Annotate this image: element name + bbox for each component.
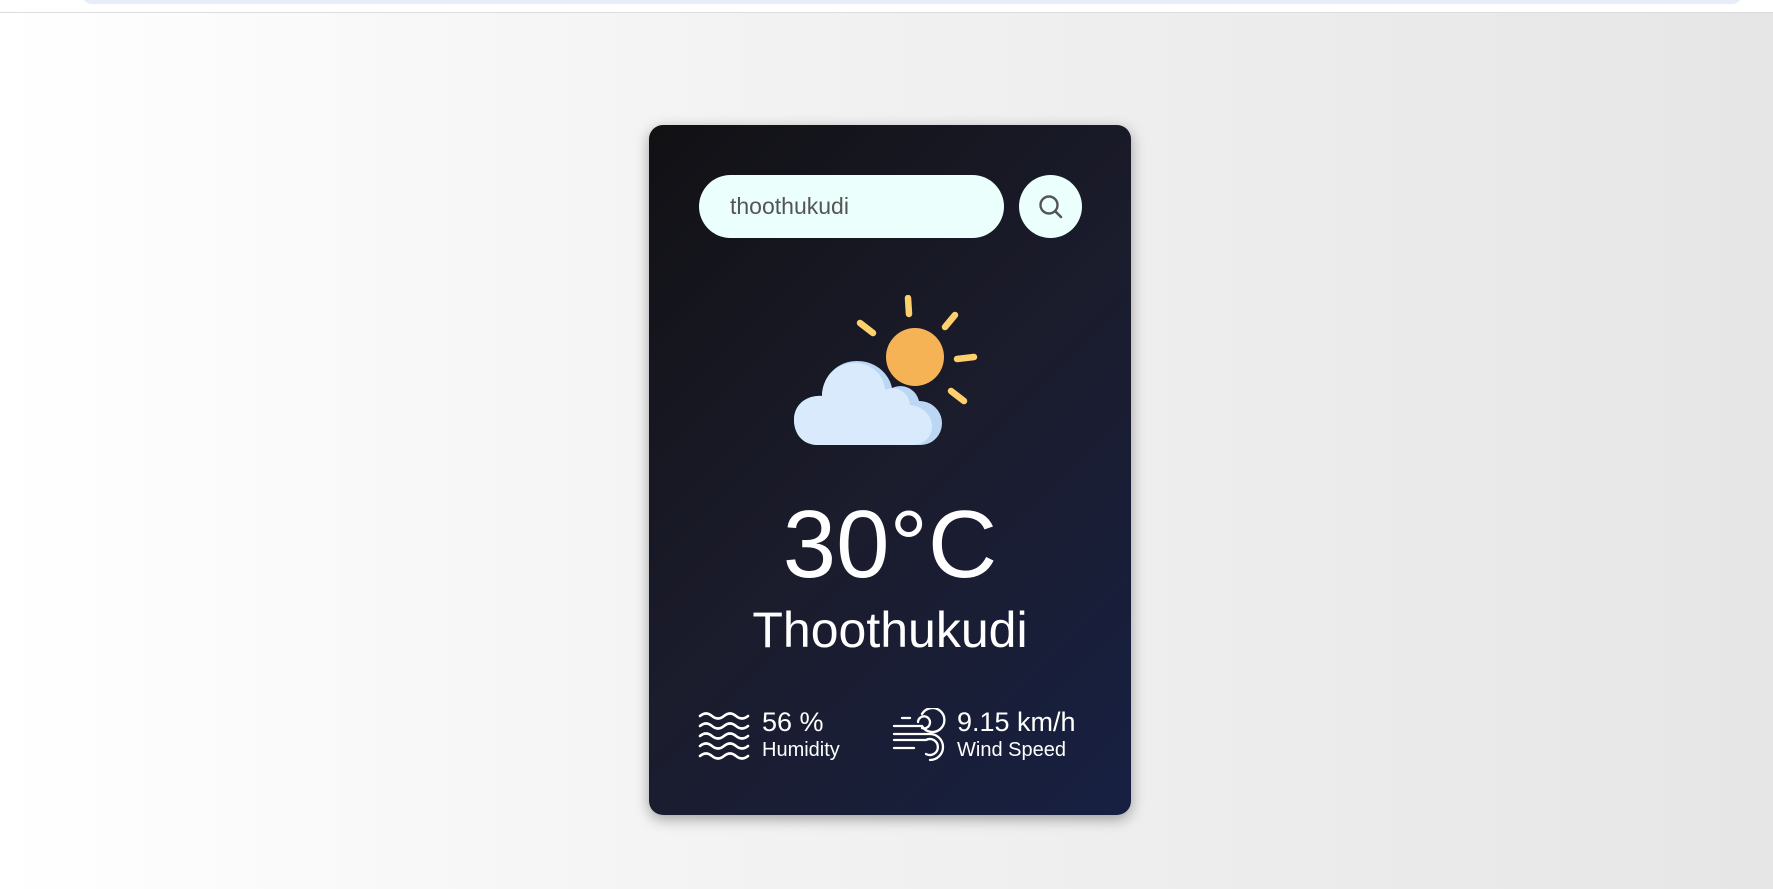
weather-card: 30°C Thoothukudi 56 % Humidity <box>649 125 1131 815</box>
temperature: 30°C <box>782 491 998 598</box>
humidity-label: Humidity <box>762 738 840 761</box>
humidity-value: 56 % <box>762 707 824 737</box>
city-name: Thoothukudi <box>752 602 1028 658</box>
browser-top-strip <box>0 0 1773 13</box>
wind-detail: 9.15 km/h Wind Speed <box>892 707 1076 763</box>
wind-icon <box>892 708 946 762</box>
partly-cloudy-sun-icon <box>794 295 978 445</box>
humidity-waves-icon <box>698 712 750 760</box>
city-search-input[interactable] <box>699 175 1004 238</box>
browser-address-bar-edge <box>82 0 1742 4</box>
wind-speed-label: Wind Speed <box>957 738 1066 761</box>
search-icon <box>1038 194 1062 218</box>
search-bar <box>699 175 1083 239</box>
search-button[interactable] <box>1019 175 1082 238</box>
wind-speed-value: 9.15 km/h <box>957 707 1076 737</box>
weather-details: 56 % Humidity 9.15 km/h Wind Speed <box>697 707 1087 768</box>
humidity-detail: 56 % Humidity <box>697 707 840 763</box>
